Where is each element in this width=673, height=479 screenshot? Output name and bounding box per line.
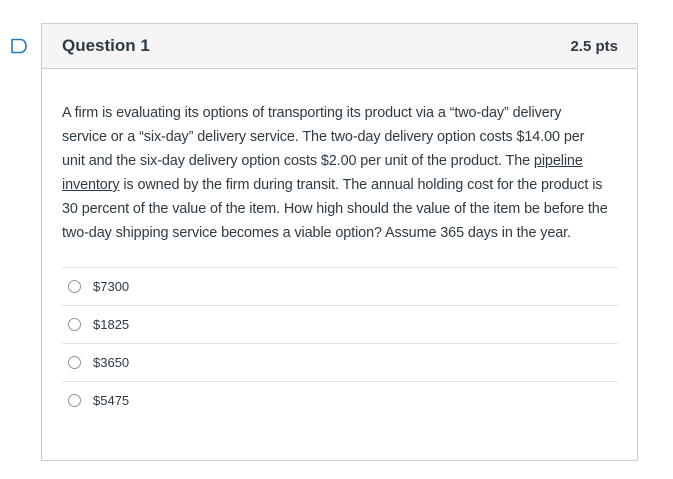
answer-label: $5475 bbox=[93, 393, 130, 408]
question-title: Question 1 bbox=[62, 36, 150, 55]
question-text-part-1: A firm is evaluating its options of tran… bbox=[62, 105, 585, 169]
answer-label: $1825 bbox=[93, 317, 130, 332]
question-header: Question 1 2.5 pts bbox=[42, 24, 637, 69]
question-text-part-2: is owned by the firm during transit. The… bbox=[62, 177, 608, 241]
radio-button[interactable] bbox=[68, 318, 81, 331]
question-body: A firm is evaluating its options of tran… bbox=[42, 69, 637, 419]
answer-option[interactable]: $1825 bbox=[62, 305, 618, 343]
radio-button[interactable] bbox=[68, 280, 81, 293]
question-card: Question 1 2.5 pts A firm is evaluating … bbox=[41, 23, 638, 461]
answer-option[interactable]: $5475 bbox=[62, 381, 618, 419]
quiz-page: Question 1 2.5 pts A firm is evaluating … bbox=[0, 0, 673, 479]
question-points: 2.5 pts bbox=[570, 37, 618, 55]
answer-option[interactable]: $7300 bbox=[62, 267, 618, 305]
question-text: A firm is evaluating its options of tran… bbox=[62, 101, 610, 245]
radio-button[interactable] bbox=[68, 394, 81, 407]
flag-question-icon[interactable] bbox=[10, 38, 28, 54]
answer-label: $7300 bbox=[93, 279, 130, 294]
answer-label: $3650 bbox=[93, 355, 130, 370]
answer-list: $7300 $1825 $3650 $5475 bbox=[62, 267, 618, 419]
answer-option[interactable]: $3650 bbox=[62, 343, 618, 381]
radio-button[interactable] bbox=[68, 356, 81, 369]
